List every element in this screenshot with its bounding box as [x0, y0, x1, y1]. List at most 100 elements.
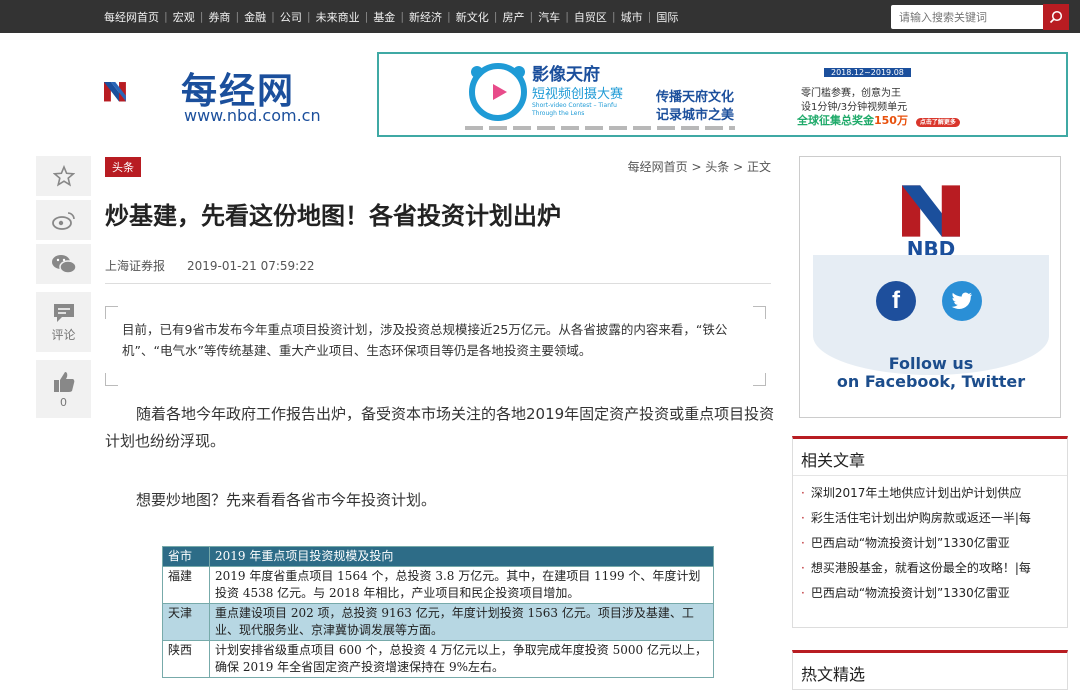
weibo-icon: [51, 212, 75, 230]
table-header-cell: 2019 年重点项目投资规模及投向: [209, 546, 714, 567]
search-button[interactable]: [1043, 4, 1069, 30]
article-source: 上海证券报: [105, 259, 166, 273]
favorite-button[interactable]: [36, 156, 91, 196]
nav-item[interactable]: 自贸区: [574, 9, 607, 25]
quote-corner: [105, 306, 118, 319]
related-item[interactable]: 巴西启动“物流投资计划”1330亿雷亚: [801, 536, 1063, 561]
comment-icon: [53, 303, 74, 322]
banner-sponsors: [465, 126, 735, 130]
quote-corner: [753, 373, 766, 386]
nav-item[interactable]: 未来商业: [316, 9, 360, 25]
nav-separator: |: [493, 10, 498, 23]
nav-separator: |: [647, 10, 652, 23]
banner-prize: 全球征集总奖金150万 点击了解更多: [797, 112, 960, 128]
banner-date-range: 2018.12~2019.08: [824, 68, 911, 77]
article-meta: 上海证券报 2019-01-21 07:59:22: [105, 257, 314, 274]
like-button[interactable]: 0: [36, 360, 91, 418]
related-item[interactable]: 深圳2017年土地供应计划出炉计划供应: [801, 486, 1063, 511]
banner-line-2: 设1分钟/3分钟视频单元: [801, 102, 908, 113]
nbd-logo-icon[interactable]: [104, 62, 176, 124]
banner-subtitle: 短视频创摄大赛: [532, 87, 624, 102]
nav-separator: |: [529, 10, 534, 23]
nav-separator: |: [271, 10, 275, 23]
banner-slogan-1: 传播天府文化: [656, 90, 735, 105]
article-title: 炒基建，先看这份地图！各省投资计划出炉: [105, 202, 561, 230]
nav-item[interactable]: 金融: [244, 9, 266, 25]
divider: [793, 475, 1067, 476]
nav-item[interactable]: 公司: [280, 9, 302, 25]
breadcrumb[interactable]: 每经网首页 > 头条 > 正文: [628, 158, 771, 175]
nav-item[interactable]: 国际: [656, 9, 678, 25]
article-paragraph: 随着各地今年政府工作报告出炉，备受资本市场关注的各地2019年固定资产投资或重点…: [105, 405, 775, 450]
like-count: 0: [60, 395, 67, 409]
related-item[interactable]: 想买港股基金，就看这份最全的攻略！|每: [801, 561, 1063, 586]
banner-prize-value: 150万: [874, 114, 908, 127]
banner-line-1: 零门槛参赛，创意为王: [801, 88, 901, 99]
table-row: 福建 2019 年度省重点项目 1564 个，总投资 3.8 万亿元。其中，在建…: [162, 566, 714, 604]
summary-text: 目前，已有9省市发布今年重点项目投资计划，涉及投资总规模接近25万亿元。从各省披…: [122, 322, 728, 358]
nav-item[interactable]: 基金: [373, 9, 395, 25]
facebook-button[interactable]: f: [876, 281, 916, 321]
nav-separator: |: [199, 10, 204, 23]
nav-item[interactable]: 城市: [621, 9, 643, 25]
banner-slogan-2: 记录城市之美: [656, 108, 735, 123]
table-header-cell: 省市: [162, 546, 210, 567]
table-header-row: 省市 2019 年重点项目投资规模及投向: [162, 546, 714, 567]
comment-button[interactable]: 评论: [36, 292, 91, 352]
banner-cta[interactable]: 点击了解更多: [915, 118, 960, 127]
wechat-icon: [51, 255, 77, 274]
nav-separator: |: [306, 10, 311, 23]
related-title: 相关文章: [801, 451, 866, 470]
banner-subtitle-en: Short-video Contest – Tianfu Through the…: [532, 102, 617, 117]
nav-separator: |: [400, 10, 405, 23]
search-icon: [1049, 10, 1063, 24]
nav-item[interactable]: 汽车: [538, 9, 560, 25]
thumbs-up-icon: [53, 371, 74, 392]
hot-title: 热文精选: [801, 665, 866, 684]
social-follow-box: NBD f Follow us on Facebook, Twitter: [799, 156, 1061, 418]
investment-table: 省市 2019 年重点项目投资规模及投向 福建 2019 年度省重点项目 156…: [162, 546, 714, 678]
nav-item[interactable]: 新经济: [409, 9, 442, 25]
site-url: www.nbd.com.cn: [184, 106, 321, 125]
table-cell-province: 福建: [162, 566, 210, 604]
nav-item[interactable]: 券商: [208, 9, 230, 25]
banner-prize-label: 全球征集总奖金: [797, 114, 874, 127]
ad-banner[interactable]: 影像天府 短视频创摄大赛 Short-video Contest – Tianf…: [377, 52, 1068, 137]
table-cell-detail: 计划安排省级重点项目 600 个，总投资 4 万亿元以上，争取完成年度投资 50…: [209, 640, 714, 678]
nav-item[interactable]: 新文化: [456, 9, 489, 25]
twitter-button[interactable]: [942, 281, 982, 321]
nav-separator: |: [164, 10, 168, 23]
related-item[interactable]: 巴西启动“物流投资计划”1330亿雷亚: [801, 586, 1063, 611]
facebook-icon: f: [892, 287, 900, 314]
related-item[interactable]: 彩生活住宅计划出炉购房款或返还一半|每: [801, 511, 1063, 536]
follow-line-1: Follow us: [888, 354, 974, 373]
nav-item[interactable]: 宏观: [173, 9, 195, 25]
hot-articles: 热文精选: [792, 650, 1068, 690]
quote-corner: [753, 306, 766, 319]
nav-separator: |: [235, 10, 240, 23]
article-date: 2019-01-21 07:59:22: [187, 259, 315, 273]
table-row: 陕西 计划安排省级重点项目 600 个，总投资 4 万亿元以上，争取完成年度投资…: [162, 640, 714, 678]
weibo-share-button[interactable]: [36, 200, 91, 240]
table-row: 天津 重点建设项目 202 项，总投资 9163 亿元，年度计划投资 1563 …: [162, 603, 714, 641]
star-icon: [52, 165, 75, 187]
nbd-logo-icon: [902, 185, 960, 237]
table-cell-province: 天津: [162, 603, 210, 641]
table-cell-detail: 重点建设项目 202 项，总投资 9163 亿元，年度计划投资 1563 亿元。…: [209, 603, 714, 641]
divider: [105, 283, 771, 284]
related-list: 深圳2017年土地供应计划出炉计划供应 彩生活住宅计划出炉购房款或返还一半|每 …: [801, 486, 1063, 611]
quote-corner: [105, 373, 118, 386]
article-tag[interactable]: 头条: [105, 157, 141, 177]
nav-item[interactable]: 每经网首页: [104, 9, 159, 25]
play-logo-icon: [469, 63, 527, 121]
wechat-share-button[interactable]: [36, 244, 91, 284]
nav-separator: |: [611, 10, 616, 23]
article-summary: 目前，已有9省市发布今年重点项目投资计划，涉及投资总规模接近25万亿元。从各省披…: [105, 306, 771, 386]
nav-item[interactable]: 房产: [502, 9, 524, 25]
top-nav: 每经网首页 | 宏观 | 券商 | 金融 | 公司 | 未来商业 | 基金 | 新经济 | 新文化 | 房产 | 汽车 |…: [104, 0, 678, 33]
follow-line-2: on Facebook, Twitter: [836, 372, 1026, 391]
follow-text: Follow us on Facebook, Twitter: [800, 355, 1062, 391]
banner-title: 影像天府: [532, 65, 600, 85]
article-paragraph: 想要炒地图？先来看看各省市今年投资计划。: [136, 491, 437, 509]
search-input[interactable]: [891, 5, 1043, 29]
